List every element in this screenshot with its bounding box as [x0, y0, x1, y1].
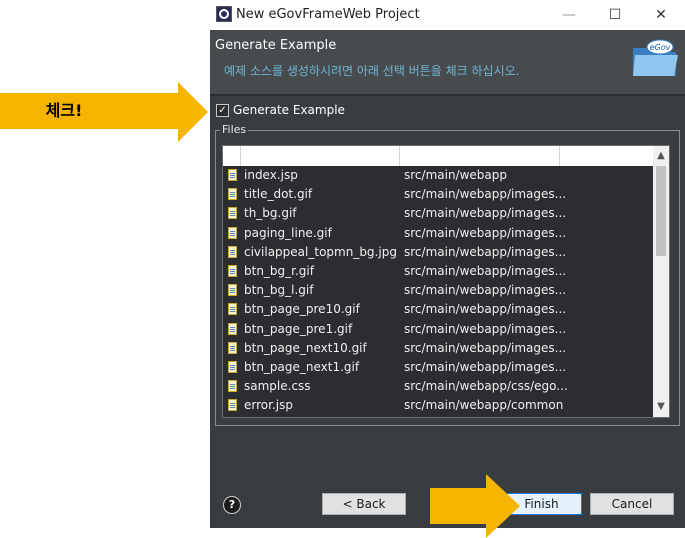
files-table[interactable]: index.jsp src/main/webapp title_dot.gif src…: [222, 145, 670, 418]
file-path: src/main/webapp/images...: [404, 244, 567, 259]
column-divider[interactable]: [240, 146, 241, 166]
close-button[interactable]: ✕: [638, 0, 684, 30]
annotation-arrow-right-icon: [128, 82, 208, 142]
table-row[interactable]: civilappeal_topmn_bg.jpg src/main/webapp/…: [223, 243, 653, 262]
file-icon: [228, 303, 237, 316]
back-button[interactable]: < Back: [322, 493, 406, 515]
file-path: src/main/webapp/images...: [404, 302, 567, 317]
file-icon: [228, 380, 237, 393]
generate-example-checkbox[interactable]: ✓: [216, 104, 229, 117]
file-name: title_dot.gif: [244, 187, 313, 202]
table-row[interactable]: paging_line.gif src/main/webapp/images...: [223, 224, 653, 243]
file-path: src/main/webapp/images...: [404, 283, 567, 298]
maximize-button[interactable]: ☐: [592, 0, 638, 30]
table-row[interactable]: btn_bg_r.gif src/main/webapp/images...: [223, 262, 653, 281]
table-row[interactable]: error.jsp src/main/webapp/common: [223, 396, 653, 415]
scroll-down-icon[interactable]: ▼: [653, 399, 669, 415]
table-row[interactable]: th_bg.gif src/main/webapp/images...: [223, 204, 653, 223]
egov-folder-logo-icon: eGov: [633, 39, 678, 76]
file-name: th_bg.gif: [244, 206, 297, 221]
file-name: error.jsp: [244, 398, 293, 413]
minimize-button[interactable]: —: [546, 0, 592, 30]
scrollbar-thumb[interactable]: [656, 166, 666, 256]
file-name: index.jsp: [244, 168, 298, 182]
generate-example-label[interactable]: Generate Example: [233, 103, 345, 117]
table-row[interactable]: btn_page_pre1.gif src/main/webapp/images.…: [223, 320, 653, 339]
file-path: src/main/webapp: [404, 168, 507, 182]
file-name: sample.css: [244, 379, 311, 394]
file-icon: [228, 322, 237, 335]
table-row[interactable]: index.jsp src/main/webapp: [223, 166, 653, 185]
file-list: index.jsp src/main/webapp title_dot.gif src…: [223, 166, 653, 415]
file-path: src/main/webapp/images...: [404, 340, 567, 355]
file-icon: [228, 226, 237, 239]
window-title: New eGovFrameWeb Project: [236, 7, 420, 22]
annotation-label: 체크!: [45, 101, 83, 120]
file-icon: [228, 399, 237, 412]
file-path: src/main/webapp/images...: [404, 225, 567, 240]
file-name: btn_bg_l.gif: [244, 283, 314, 298]
file-icon: [228, 264, 237, 277]
column-divider[interactable]: [559, 146, 560, 166]
file-path: src/main/webapp/images...: [404, 187, 567, 202]
file-path: src/main/webapp/images...: [404, 359, 567, 374]
column-divider[interactable]: [399, 146, 400, 166]
file-icon: [228, 188, 237, 201]
header-separator: [210, 94, 685, 96]
file-path: src/main/webapp/images...: [404, 321, 567, 336]
file-icon: [228, 245, 237, 258]
dialog-window: New eGovFrameWeb Project — ☐ ✕ Generate …: [210, 0, 685, 528]
file-icon: [228, 207, 237, 220]
file-path: src/main/webapp/common: [404, 398, 564, 413]
wizard-page-title: Generate Example: [215, 38, 337, 53]
table-row[interactable]: btn_bg_l.gif src/main/webapp/images...: [223, 281, 653, 300]
file-name: paging_line.gif: [244, 225, 332, 240]
table-row[interactable]: btn_page_pre10.gif src/main/webapp/images…: [223, 300, 653, 319]
file-name: btn_page_next10.gif: [244, 340, 367, 355]
files-group-label: Files: [220, 123, 249, 136]
table-row[interactable]: btn_page_next10.gif src/main/webapp/image…: [223, 339, 653, 358]
logo-text: eGov: [650, 43, 671, 52]
eclipse-app-icon: [216, 6, 232, 22]
file-icon: [228, 360, 237, 373]
table-row[interactable]: btn_page_next1.gif src/main/webapp/images…: [223, 358, 653, 377]
file-name: btn_page_pre10.gif: [244, 302, 360, 317]
file-icon: [228, 169, 237, 181]
annotation-arrow-right-icon: [430, 474, 520, 538]
file-path: src/main/webapp/images...: [404, 263, 567, 278]
file-icon: [228, 284, 237, 297]
title-bar: New eGovFrameWeb Project — ☐ ✕: [210, 0, 685, 30]
file-path: src/main/webapp/css/ego...: [404, 379, 568, 394]
file-icon: [228, 341, 237, 354]
file-name: btn_bg_r.gif: [244, 263, 314, 278]
file-path: src/main/webapp/images...: [404, 206, 567, 221]
file-name: btn_page_next1.gif: [244, 359, 360, 374]
vertical-scrollbar[interactable]: ▲ ▼: [653, 146, 669, 417]
scroll-up-icon[interactable]: ▲: [653, 148, 669, 164]
table-row[interactable]: title_dot.gif src/main/webapp/images...: [223, 185, 653, 204]
cancel-button[interactable]: Cancel: [590, 493, 674, 515]
file-name: btn_page_pre1.gif: [244, 321, 353, 336]
table-header: [223, 146, 653, 166]
wizard-page-description: 예제 소스를 생성하시려면 아래 선택 버튼을 체크 하십시오.: [224, 64, 520, 78]
help-icon[interactable]: ?: [223, 496, 241, 514]
table-row[interactable]: sample.css src/main/webapp/css/ego...: [223, 377, 653, 396]
file-name: civilappeal_topmn_bg.jpg: [244, 244, 397, 259]
